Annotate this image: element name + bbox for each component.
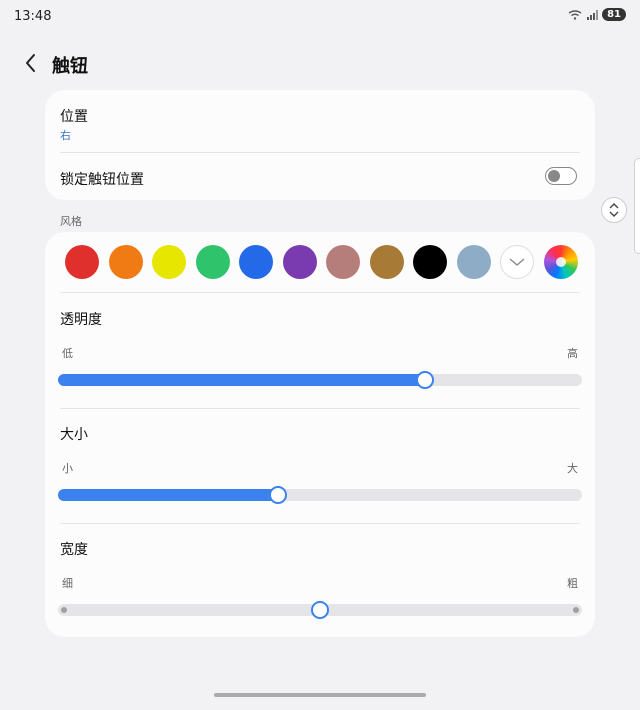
lock-position-toggle[interactable] — [545, 167, 577, 185]
battery-indicator: 81 — [602, 8, 626, 21]
width-slider-thumb[interactable] — [311, 601, 329, 619]
width-max-dot — [573, 607, 579, 613]
expand-collapse-icon — [609, 203, 619, 217]
home-indicator[interactable] — [214, 693, 426, 697]
color-swatch-white-selected[interactable] — [500, 245, 534, 279]
width-low-label: 细 — [62, 577, 73, 590]
scroll-toggle-button[interactable] — [601, 197, 627, 223]
opacity-slider-fill — [58, 374, 425, 386]
width-min-dot — [61, 607, 67, 613]
color-swatch-6[interactable] — [282, 245, 317, 279]
size-low-label: 小 — [62, 462, 73, 475]
edge-panel-handle[interactable] — [634, 158, 640, 254]
divider — [60, 292, 580, 293]
signal-icon — [587, 9, 599, 20]
color-swatch-7[interactable] — [326, 245, 360, 279]
color-swatch-5[interactable] — [239, 245, 273, 279]
size-slider[interactable] — [58, 486, 582, 504]
position-value: 右 — [60, 129, 71, 142]
checkmark-icon — [509, 258, 525, 266]
width-high-label: 粗 — [567, 577, 578, 590]
size-high-label: 大 — [567, 462, 578, 475]
color-swatch-3[interactable] — [152, 245, 186, 279]
color-swatches — [65, 245, 578, 279]
divider — [60, 152, 580, 153]
color-swatch-4[interactable] — [195, 245, 230, 279]
opacity-low-label: 低 — [62, 347, 73, 360]
lock-position-label[interactable]: 锁定触钮位置 — [60, 169, 144, 189]
position-card: 位置 右 锁定触钮位置 — [45, 90, 595, 200]
opacity-slider[interactable] — [58, 371, 582, 389]
width-slider[interactable] — [58, 601, 582, 619]
size-title: 大小 — [60, 427, 88, 443]
color-swatch-10[interactable] — [456, 245, 491, 279]
position-label[interactable]: 位置 — [60, 106, 88, 126]
color-swatch-1[interactable] — [65, 245, 99, 279]
size-slider-fill — [58, 489, 279, 501]
color-swatch-8[interactable] — [369, 245, 404, 279]
opacity-high-label: 高 — [567, 347, 578, 360]
width-title: 宽度 — [60, 542, 88, 558]
divider — [60, 523, 580, 524]
divider — [60, 408, 580, 409]
style-card: 透明度 低 高 大小 小 大 宽度 细 粗 — [45, 232, 595, 637]
status-time: 13:48 — [14, 9, 52, 24]
opacity-slider-thumb[interactable] — [415, 371, 434, 389]
color-picker-rainbow-icon[interactable] — [543, 245, 578, 279]
wifi-icon — [568, 9, 582, 20]
style-section-label: 风格 — [60, 215, 82, 228]
color-swatch-2[interactable] — [108, 245, 143, 279]
back-arrow-icon[interactable] — [20, 52, 42, 74]
status-bar: 13:48 81 — [0, 0, 640, 34]
size-slider-thumb[interactable] — [269, 486, 288, 504]
color-swatch-9[interactable] — [413, 245, 447, 279]
page-header: 触钮 — [0, 48, 640, 80]
page-title: 触钮 — [52, 56, 88, 77]
status-icons: 81 — [568, 8, 626, 21]
toggle-knob — [548, 170, 560, 182]
opacity-title: 透明度 — [60, 312, 102, 328]
